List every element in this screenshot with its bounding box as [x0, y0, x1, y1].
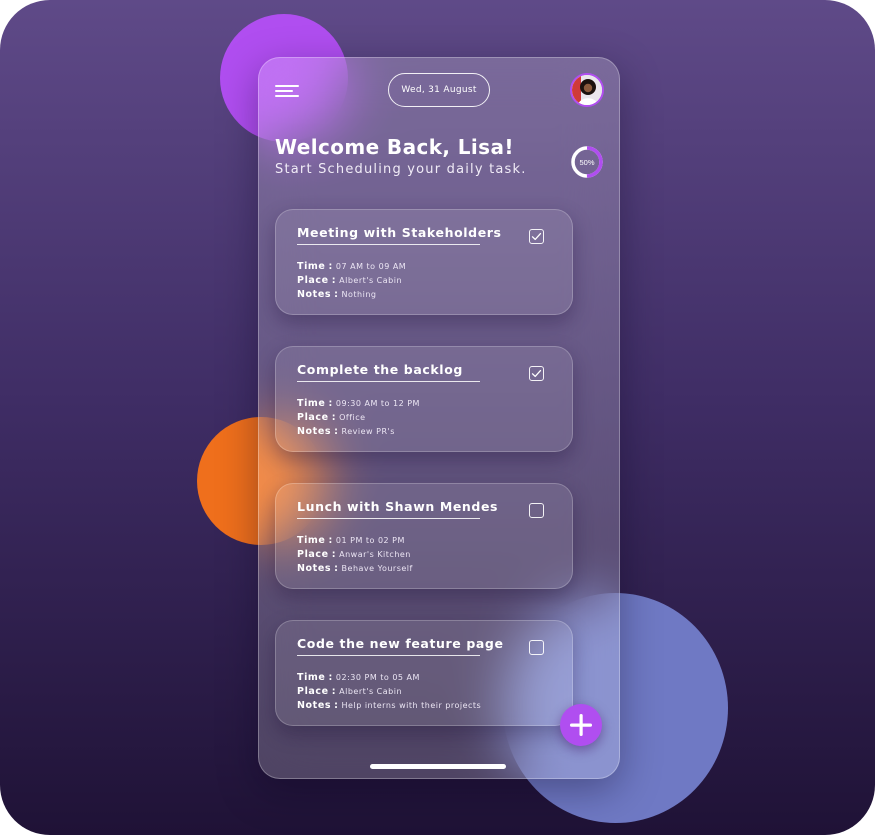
notes-label: Notes [297, 563, 332, 574]
checkmark-icon [531, 369, 542, 378]
title-underline [297, 381, 480, 382]
progress-ring: 50% [570, 145, 604, 179]
phone-screen: Wed, 31 August Welcome Back, Lisa! Start… [258, 57, 620, 779]
task-details: Time : 01 PM to 02 PM Place : Anwar's Ki… [297, 534, 413, 576]
task-time: 07 AM to 09 AM [335, 262, 407, 271]
task-checkbox[interactable] [529, 640, 544, 655]
task-notes: Review PR's [341, 427, 395, 436]
task-card[interactable]: Meeting with Stakeholders Time : 07 AM t… [275, 209, 573, 315]
task-title: Complete the backlog [297, 362, 463, 377]
task-notes: Nothing [341, 290, 377, 299]
task-checkbox[interactable] [529, 366, 544, 381]
place-label: Place [297, 275, 329, 286]
add-task-button[interactable] [560, 704, 602, 746]
checkmark-icon [531, 232, 542, 241]
task-checkbox[interactable] [529, 229, 544, 244]
background-canvas: Wed, 31 August Welcome Back, Lisa! Start… [0, 0, 875, 835]
separator: : [328, 261, 333, 272]
task-checkbox[interactable] [529, 503, 544, 518]
separator: : [334, 563, 339, 574]
welcome-subtitle: Start Scheduling your daily task. [275, 162, 527, 177]
task-place: Anwar's Kitchen [339, 550, 411, 559]
separator: : [328, 535, 333, 546]
task-details: Time : 02:30 PM to 05 AM Place : Albert'… [297, 671, 481, 713]
welcome-heading: Welcome Back, Lisa! [275, 135, 514, 159]
task-place: Albert's Cabin [339, 687, 403, 696]
progress-label: 50% [579, 158, 594, 167]
task-title: Code the new feature page [297, 636, 504, 651]
separator: : [331, 686, 337, 697]
notes-label: Notes [297, 426, 332, 437]
separator: : [328, 672, 333, 683]
task-card[interactable]: Lunch with Shawn Mendes Time : 01 PM to … [275, 483, 573, 589]
task-time: 09:30 AM to 12 PM [335, 399, 420, 408]
task-time: 01 PM to 02 PM [335, 536, 405, 545]
time-label: Time [297, 261, 326, 272]
place-label: Place [297, 686, 329, 697]
place-label: Place [297, 412, 329, 423]
task-place: Office [339, 413, 366, 422]
task-time: 02:30 PM to 05 AM [335, 673, 420, 682]
task-notes: Behave Yourself [341, 564, 413, 573]
title-underline [297, 655, 480, 656]
user-avatar[interactable] [570, 73, 604, 107]
title-underline [297, 518, 480, 519]
separator: : [334, 426, 339, 437]
time-label: Time [297, 398, 326, 409]
separator: : [334, 700, 339, 711]
task-card[interactable]: Code the new feature page Time : 02:30 P… [275, 620, 573, 726]
time-label: Time [297, 535, 326, 546]
task-card[interactable]: Complete the backlog Time : 09:30 AM to … [275, 346, 573, 452]
separator: : [331, 275, 337, 286]
hamburger-menu-icon[interactable] [275, 85, 301, 101]
notes-label: Notes [297, 700, 332, 711]
notes-label: Notes [297, 289, 332, 300]
separator: : [334, 289, 339, 300]
plus-icon [570, 714, 592, 736]
separator: : [328, 398, 333, 409]
separator: : [331, 549, 337, 560]
time-label: Time [297, 672, 326, 683]
task-notes: Help interns with their projects [341, 701, 482, 710]
task-title: Meeting with Stakeholders [297, 225, 502, 240]
separator: : [331, 412, 337, 423]
task-title: Lunch with Shawn Mendes [297, 499, 499, 514]
task-details: Time : 07 AM to 09 AM Place : Albert's C… [297, 260, 406, 302]
home-indicator [370, 764, 506, 769]
task-place: Albert's Cabin [339, 276, 403, 285]
date-pill[interactable]: Wed, 31 August [388, 73, 490, 107]
task-details: Time : 09:30 AM to 12 PM Place : Office … [297, 397, 420, 439]
title-underline [297, 244, 480, 245]
place-label: Place [297, 549, 329, 560]
